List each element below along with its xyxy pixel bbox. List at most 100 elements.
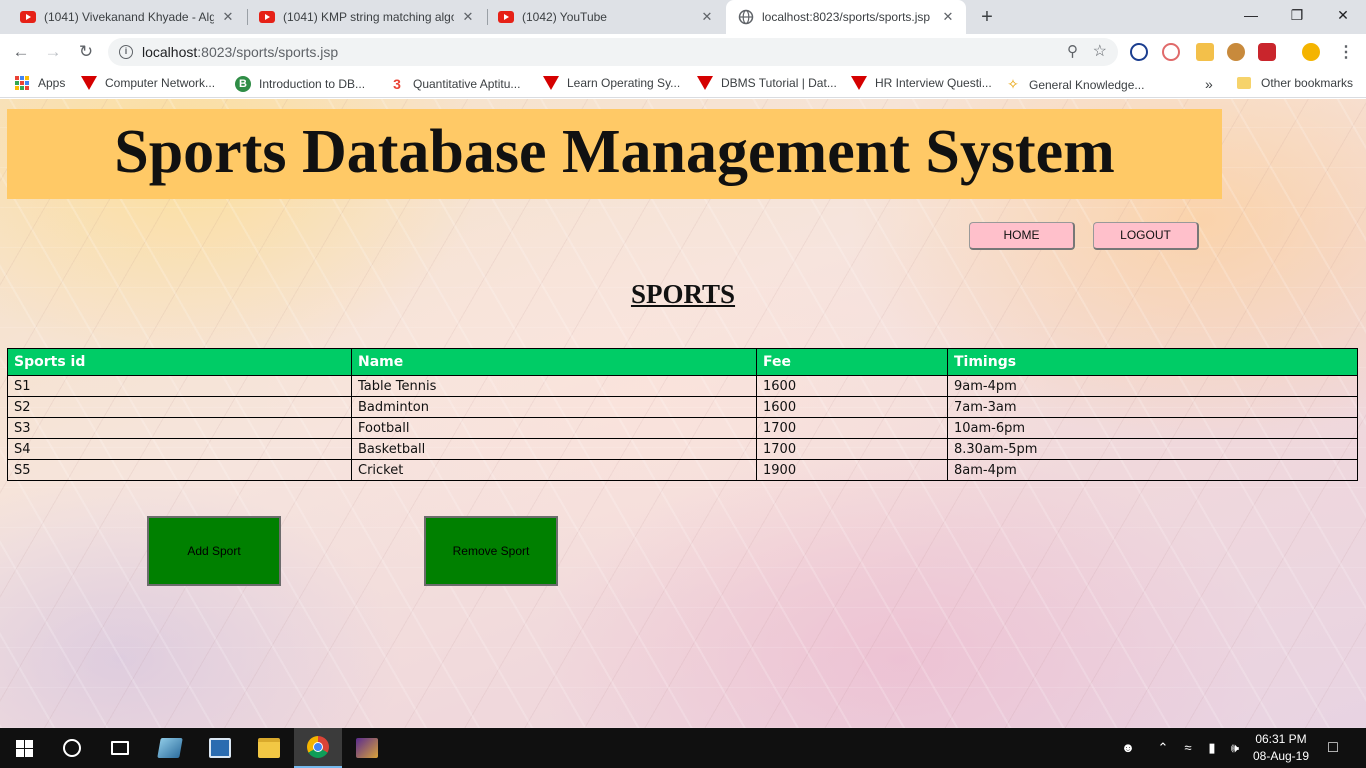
cortana-search-button[interactable]	[48, 728, 96, 768]
close-icon[interactable]: ✕	[220, 9, 236, 25]
bookmark-label: Quantitative Aptitu...	[413, 77, 521, 91]
close-icon[interactable]: ✕	[460, 9, 476, 25]
bookmark-label: Computer Network...	[105, 76, 216, 90]
bookmark-operating-systems[interactable]: Learn Operating Sy...	[543, 76, 680, 90]
start-button[interactable]	[0, 728, 48, 768]
cell-name: Basketball	[351, 438, 757, 460]
cell-name: Badminton	[351, 396, 757, 418]
taskbar-app-file-explorer[interactable]	[245, 728, 293, 768]
bookmark-computer-network[interactable]: Computer Network...	[81, 76, 215, 90]
forward-arrow-icon[interactable]: →	[41, 40, 65, 64]
offers-extension-icon[interactable]	[1196, 43, 1214, 61]
info-icon[interactable]: i	[119, 45, 133, 59]
add-sport-button[interactable]: Add Sport	[147, 516, 281, 586]
bookmark-hr-interview[interactable]: HR Interview Questi...	[851, 76, 992, 90]
wifi-icon[interactable]: ≈	[1178, 728, 1198, 768]
cortana-icon	[63, 739, 81, 757]
address-bar[interactable]: i localhost:8023/sports/sports.jsp ⚲ ☆	[108, 38, 1118, 66]
more-bookmarks-chevron[interactable]: »	[1205, 76, 1213, 92]
cookie-extension-icon[interactable]	[1227, 43, 1245, 61]
logout-button[interactable]: LOGOUT	[1093, 222, 1199, 250]
sports-table: Sports id Name Fee Timings S1 Table Tenn…	[7, 348, 1358, 481]
address-url[interactable]: localhost:8023/sports/sports.jsp	[142, 44, 338, 60]
other-bookmarks[interactable]: Other bookmarks	[1237, 76, 1353, 90]
cell-name: Cricket	[351, 459, 757, 481]
tab-strip: (1041) Vivekanand Khyade - Algo ✕ (1041)…	[0, 0, 1366, 34]
window-close-icon[interactable]: ✕	[1320, 0, 1366, 30]
cell-timings: 9am-4pm	[947, 375, 1358, 397]
remove-sport-button[interactable]: Remove Sport	[424, 516, 558, 586]
cell-fee: 1700	[756, 438, 948, 460]
close-icon[interactable]: ✕	[699, 9, 715, 25]
cell-sports-id: S3	[7, 417, 352, 439]
taskbar-app-chrome[interactable]	[294, 728, 342, 768]
bookmark-intro-dbms[interactable]: B Introduction to DB...	[235, 76, 365, 92]
globe-icon	[738, 9, 754, 25]
tab-1[interactable]: (1041) Vivekanand Khyade - Algo ✕	[0, 0, 246, 34]
taskbar-app-game[interactable]	[343, 728, 391, 768]
clock[interactable]: 06:31 PM 08-Aug-19	[1246, 731, 1316, 765]
taskbar-app-notepad[interactable]	[146, 728, 194, 768]
chrome-icon	[307, 736, 329, 758]
cell-name: Table Tennis	[351, 375, 757, 397]
profile-avatar[interactable]	[1302, 43, 1320, 61]
tutorialspoint-icon	[81, 76, 97, 90]
bookmark-label: Apps	[38, 76, 66, 90]
site-heading: Sports Database Management System	[114, 118, 1115, 186]
battery-icon[interactable]: ▮	[1202, 728, 1222, 768]
task-view-button[interactable]	[96, 728, 144, 768]
header-banner: Sports Database Management System	[7, 109, 1222, 199]
zoom-icon[interactable]: ⚲	[1067, 42, 1078, 60]
back-arrow-icon[interactable]: ←	[9, 40, 33, 64]
folder-icon	[258, 738, 280, 758]
table-row: S1 Table Tennis 1600 9am-4pm	[7, 375, 1358, 397]
page-content: Sports Database Management System HOME L…	[0, 99, 1366, 728]
home-button[interactable]: HOME	[969, 222, 1075, 250]
gk-icon: ✧	[1007, 76, 1019, 92]
bookmark-apps[interactable]: Apps	[15, 76, 65, 90]
tab-title: (1042) YouTube	[522, 10, 607, 24]
bookmark-label: Learn Operating Sy...	[567, 76, 681, 90]
cell-name: Football	[351, 417, 757, 439]
tutorialspoint-icon	[543, 76, 559, 90]
reload-icon[interactable]: ↻	[74, 40, 98, 64]
notepad-icon	[157, 738, 183, 758]
game-icon	[356, 738, 378, 758]
youtube-icon	[498, 9, 514, 25]
minimize-icon[interactable]: —	[1228, 0, 1274, 30]
taskbar-app-paint[interactable]	[196, 728, 244, 768]
table-row: S2 Badminton 1600 7am-3am	[7, 396, 1358, 418]
tab-3[interactable]: (1042) YouTube ✕	[478, 0, 725, 34]
volume-icon[interactable]: 🕪	[1225, 728, 1245, 768]
action-center-icon[interactable]: □	[1318, 728, 1348, 768]
page-title: SPORTS	[630, 279, 736, 309]
clock-date: 08-Aug-19	[1252, 749, 1310, 763]
bookmark-dbms-tutorial[interactable]: DBMS Tutorial | Dat...	[697, 76, 837, 90]
chrome-menu-icon[interactable]: ⋮	[1338, 42, 1354, 62]
tab-2[interactable]: (1041) KMP string matching algo ✕	[239, 0, 486, 34]
tab-title: (1041) KMP string matching algo	[283, 10, 454, 24]
apps-grid-icon	[15, 76, 29, 90]
new-tab-button[interactable]: +	[976, 6, 998, 28]
bookmark-quantitative-aptitude[interactable]: 3 Quantitative Aptitu...	[389, 76, 520, 92]
restore-icon[interactable]: ❐	[1274, 0, 1320, 30]
tab-title: (1041) Vivekanand Khyade - Algo	[44, 10, 214, 24]
tab-4-active[interactable]: localhost:8023/sports/sports.jsp ✕	[726, 0, 966, 34]
show-hidden-icons-chevron[interactable]: ⌃	[1153, 728, 1173, 768]
indiabix-icon: 3	[393, 76, 401, 92]
column-header: Name	[351, 348, 757, 376]
bookmark-label: Other bookmarks	[1261, 76, 1354, 90]
paint-icon	[209, 738, 231, 758]
bookmark-general-knowledge[interactable]: ✧ General Knowledge...	[1005, 76, 1144, 93]
youtube-icon	[259, 9, 275, 25]
media-extension-icon[interactable]	[1258, 43, 1276, 61]
people-icon[interactable]: ☻	[1116, 728, 1140, 768]
youtube-icon	[20, 9, 36, 25]
bookmark-star-icon[interactable]: ☆	[1093, 41, 1107, 61]
adblock-extension-icon[interactable]	[1162, 43, 1180, 61]
close-icon[interactable]: ✕	[940, 9, 956, 25]
block-extension-icon[interactable]	[1130, 43, 1148, 61]
bookmark-label: General Knowledge...	[1029, 77, 1145, 92]
tutorialspoint-icon	[851, 76, 867, 90]
cell-sports-id: S2	[7, 396, 352, 418]
